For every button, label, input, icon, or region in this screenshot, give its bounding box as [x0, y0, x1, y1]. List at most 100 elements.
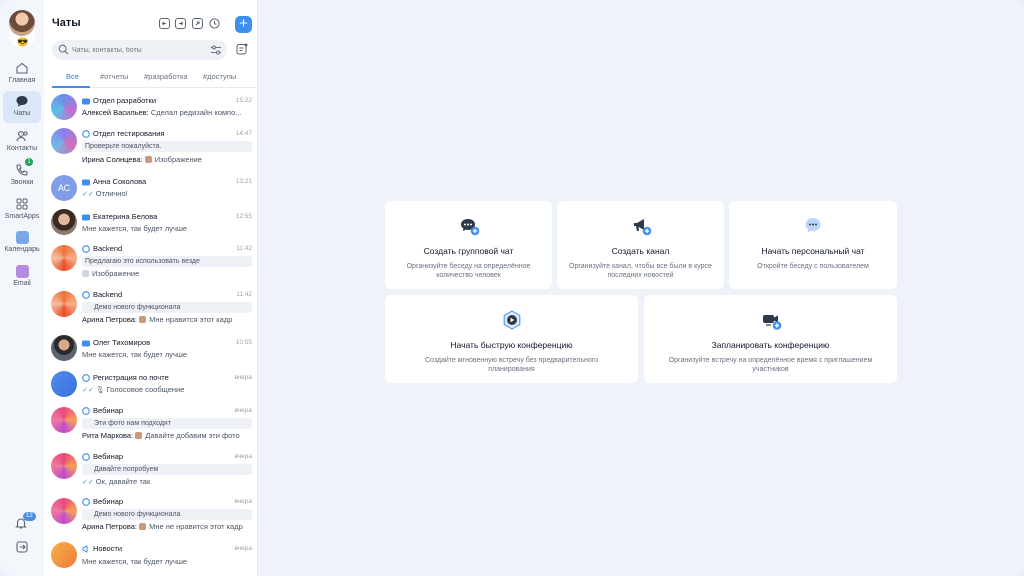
nav-calendar[interactable]: Календарь	[3, 228, 41, 260]
chat-sender: Алексей Васильев:	[82, 108, 149, 117]
chat-quote: Давайте попробуем	[82, 464, 252, 475]
group-chat-icon	[82, 407, 90, 415]
chat-sender: Арина Петрова:	[82, 315, 138, 324]
contacts-icon	[16, 131, 28, 142]
history-icon[interactable]	[209, 18, 220, 29]
chat-message: Голосовое сообщение	[106, 385, 185, 394]
chat-item[interactable]: Новости вчера Мне кажется, так будет луч…	[44, 541, 258, 573]
chat-time: 10:55	[235, 339, 252, 346]
chat-preview: Мне кажется, так будет лучше	[82, 224, 252, 233]
start-quick-conference-card[interactable]: Начать быструю конференцию Создайте мгно…	[385, 295, 638, 383]
chat-item[interactable]: Олег Тихомиров 10:55 Мне кажется, так бу…	[44, 334, 258, 366]
active-tab-indicator	[52, 86, 90, 88]
tab-reports[interactable]: #отчеты	[100, 72, 128, 81]
create-channel-card[interactable]: Создать канал Организуйте канал, чтобы в…	[557, 201, 724, 289]
chat-time: 14:47	[235, 130, 252, 137]
chat-avatar	[51, 128, 77, 154]
nav-smartapps[interactable]: SmartApps	[3, 194, 41, 226]
chat-avatar	[51, 371, 77, 397]
search-input[interactable]	[72, 43, 202, 57]
chat-name: Backend	[93, 244, 123, 253]
create-group-chat-card[interactable]: Создать групповой чат Организуйте беседу…	[385, 201, 552, 289]
group-chat-icon	[82, 130, 90, 138]
chat-time: 12:55	[235, 213, 252, 220]
chat-item[interactable]: Вебинар вчера Демо нового функционала Ар…	[44, 495, 258, 537]
mic-icon: 🎙	[95, 387, 105, 394]
expand-icon[interactable]	[192, 18, 203, 29]
compose-icon[interactable]	[236, 43, 248, 55]
notifications-button[interactable]: 12	[14, 512, 36, 532]
card-description: Организуйте встречу на определённое врем…	[668, 357, 873, 373]
chat-avatar	[51, 453, 77, 479]
chat-message: Сделал редизайн компо...	[150, 108, 242, 117]
chat-preview: ✓✓ Отлично!	[82, 189, 252, 198]
tab-access[interactable]: #доступы	[203, 72, 236, 81]
profile-button[interactable]: 😎	[9, 10, 35, 48]
video-play-icon	[503, 310, 520, 330]
image-icon	[82, 270, 89, 277]
chat-sender: Рита Маркова:	[82, 431, 134, 440]
read-check-icon: ✓✓	[82, 479, 94, 486]
nav-calendar-label: Календарь	[4, 246, 40, 253]
chat-item[interactable]: Регистрация по почте вчера ✓✓ 🎙 Голосовое …	[44, 370, 258, 402]
chat-item[interactable]: Отдел тестирования 14:47 Проверьте пожал…	[44, 126, 258, 170]
chat-message: Мне нравится этот кадр	[149, 315, 233, 324]
back-icon[interactable]	[159, 18, 170, 29]
chat-time: 11:42	[236, 291, 252, 298]
chat-quote: Эти фото нам подходят	[82, 418, 252, 429]
tab-development[interactable]: #разработка	[144, 72, 188, 81]
read-check-icon: ✓✓	[82, 191, 94, 198]
main-area: Создать групповой чат Организуйте беседу…	[258, 0, 1024, 576]
nav-chats-label: Чаты	[13, 110, 31, 117]
nav-home[interactable]: Главная	[3, 58, 41, 90]
chat-quote: Проверьте пожалуйста.	[82, 141, 252, 152]
chat-quote: Демо нового функционала	[82, 302, 252, 313]
chat-item[interactable]: Екатерина Белова 12:55 Мне кажется, так …	[44, 208, 258, 240]
tab-all[interactable]: Все	[66, 72, 79, 81]
card-description: Создайте мгновенную встречу без предвари…	[424, 357, 599, 373]
group-icon	[82, 179, 90, 186]
chat-item[interactable]: Вебинар вчера Эти фото нам подходят Рита…	[44, 404, 258, 446]
chat-name: Backend	[93, 290, 123, 299]
logout-icon[interactable]	[15, 540, 29, 554]
chat-item[interactable]: Backend 11:42 Демо нового функционала Ар…	[44, 288, 258, 330]
nav-calls-label: Звонки	[10, 179, 34, 186]
nav-contacts-label: Контакты	[6, 145, 38, 152]
image-thumb-icon	[139, 523, 147, 530]
chat-preview: Изображение	[82, 269, 252, 278]
nav-chats[interactable]: Чаты	[3, 91, 41, 123]
chat-item[interactable]: АС Анна Соколова 13:21 ✓✓ Отлично!	[44, 174, 258, 206]
chat-preview: Мне кажется, так будет лучше	[82, 557, 252, 566]
calls-badge: 1	[25, 158, 33, 166]
forward-icon[interactable]	[175, 18, 186, 29]
card-title: Начать быструю конференцию	[450, 340, 573, 350]
chat-message: Изображение	[92, 269, 140, 278]
group-chat-icon	[82, 291, 90, 299]
chat-item[interactable]: Backend 11:42 Предлагаю это использовать…	[44, 242, 258, 284]
search-icon	[58, 44, 69, 55]
filter-icon[interactable]	[210, 44, 222, 56]
chat-time: вчера	[234, 453, 252, 460]
chat-name: Вебинар	[93, 452, 124, 461]
chat-avatar	[51, 335, 77, 361]
nav-email[interactable]: Email	[3, 262, 41, 294]
start-personal-chat-card[interactable]: Начать персональный чат Откройте беседу …	[729, 201, 897, 289]
chat-message: Мне кажется, так будет лучше	[82, 350, 188, 359]
chat-message: Мне не нравится этот кадр	[149, 522, 243, 531]
chat-message: Мне кажется, так будет лучше	[82, 224, 188, 233]
chat-quote: Демо нового функционала	[82, 509, 252, 520]
chat-avatar: АС	[51, 175, 77, 201]
schedule-conference-card[interactable]: Запланировать конференцию Организуйте вс…	[644, 295, 897, 383]
plus-icon: +	[239, 15, 248, 32]
nav-contacts[interactable]: Контакты	[3, 126, 41, 158]
chat-item[interactable]: Вебинар вчера Давайте попробуем ✓✓ Ок, да…	[44, 450, 258, 492]
search-box[interactable]	[52, 40, 227, 60]
chat-name: Отдел тестирования	[93, 129, 165, 138]
nav-calls[interactable]: 1 Звонки	[3, 158, 41, 192]
card-description: Откройте беседу с пользователем	[757, 263, 869, 270]
chat-time: вчера	[234, 545, 252, 552]
new-chat-button[interactable]: +	[235, 16, 252, 33]
chat-item[interactable]: Отдел разработки 15:22 Алексей Васильев:…	[44, 92, 258, 124]
chat-time: вчера	[234, 498, 252, 505]
chat-sender: Ирина Солнцева:	[82, 155, 143, 164]
